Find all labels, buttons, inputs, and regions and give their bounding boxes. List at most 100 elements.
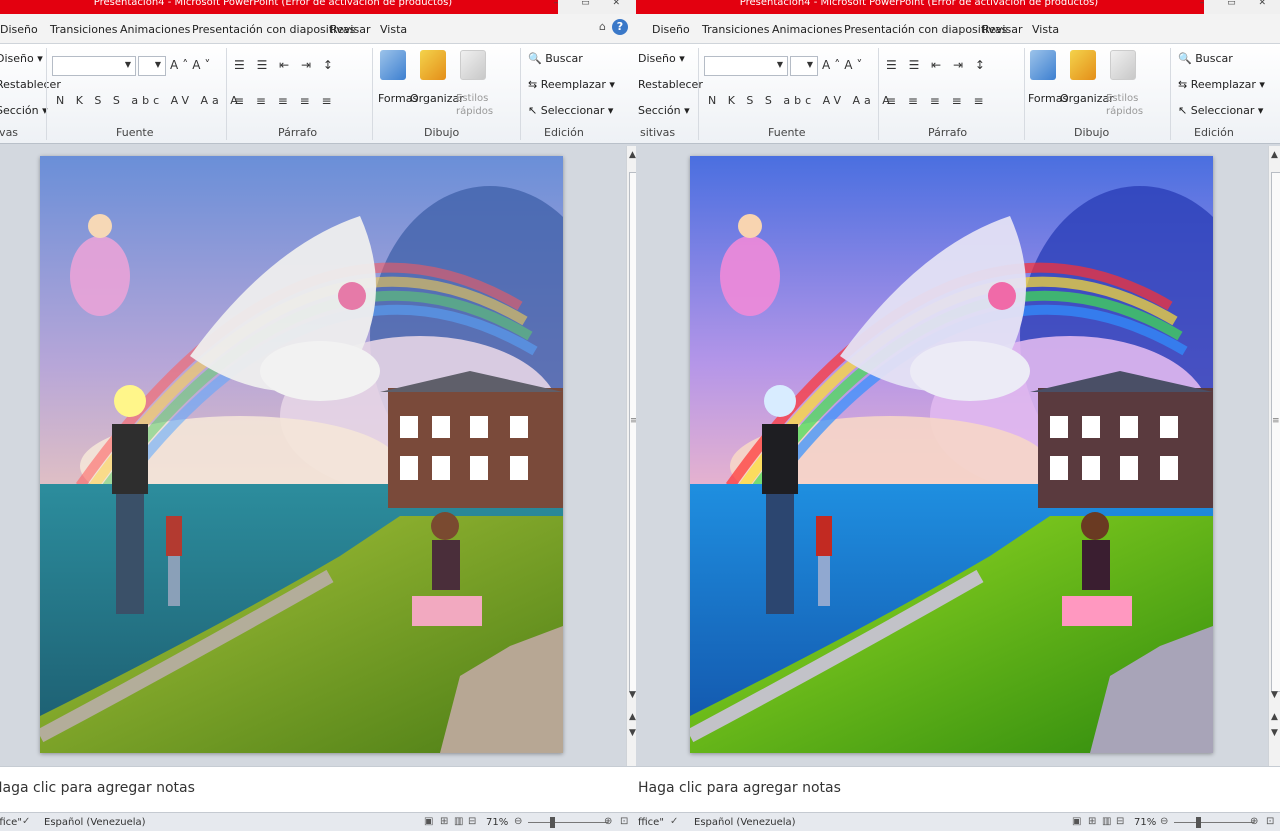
tab-transitions[interactable]: Transiciones	[702, 23, 769, 36]
select-button[interactable]: ↖ Seleccionar ▾	[528, 104, 613, 117]
zoom-in-icon[interactable]: ⊕	[1250, 816, 1258, 827]
reset-button[interactable]: Restablecer	[0, 78, 61, 91]
zoom-level[interactable]: 71%	[1134, 817, 1156, 828]
editing-group-label: Edición	[1194, 126, 1234, 139]
window-controls-icon[interactable]: – ▭ ✕	[1200, 0, 1276, 8]
tab-design[interactable]: Diseño	[652, 23, 690, 36]
help-icon[interactable]: ?	[612, 19, 628, 35]
tab-animations[interactable]: Animaciones	[120, 23, 190, 36]
list-icons[interactable]: ☰ ☰ ⇤ ⇥ ↕	[886, 58, 989, 72]
language-status[interactable]: Español (Venezuela)	[44, 817, 146, 828]
arrange-icon[interactable]	[420, 50, 446, 80]
paragraph-align-icons[interactable]: ≡ ≡ ≡ ≡ ≡	[886, 94, 988, 108]
slide-artwork	[40, 156, 563, 753]
scroll-up-icon[interactable]: ▲	[629, 150, 636, 160]
find-button[interactable]: 🔍 Buscar	[1178, 52, 1233, 65]
zoom-out-icon[interactable]: ⊖	[1160, 816, 1168, 827]
vertical-scrollbar[interactable]: ▲ ≡ ▼ ▲ ▼	[626, 146, 636, 766]
layout-button[interactable]: Diseño ▾	[638, 52, 685, 65]
font-size-combo[interactable]: ▼	[138, 56, 166, 76]
notes-placeholder[interactable]: Haga clic para agregar notas	[638, 780, 841, 796]
zoom-slider[interactable]	[528, 822, 608, 823]
font-size-combo[interactable]: ▼	[790, 56, 818, 76]
font-group-label: Fuente	[116, 126, 154, 139]
paragraph-align-icons[interactable]: ≡ ≡ ≡ ≡ ≡	[234, 94, 336, 108]
language-status[interactable]: Español (Venezuela)	[694, 817, 796, 828]
tab-animations[interactable]: Animaciones	[772, 23, 842, 36]
quick-styles-icon[interactable]	[460, 50, 486, 80]
view-slideshow-icon[interactable]: ⊟	[468, 816, 476, 827]
slide-canvas[interactable]	[690, 156, 1213, 753]
notes-placeholder[interactable]: Haga clic para agregar notas	[0, 780, 195, 796]
zoom-in-icon[interactable]: ⊕	[604, 816, 612, 827]
shapes-icon[interactable]	[1030, 50, 1056, 80]
prev-slide-icon[interactable]: ▲	[629, 712, 636, 722]
spell-check-icon[interactable]: ✓	[670, 816, 678, 827]
tab-design[interactable]: Diseño	[0, 23, 38, 36]
section-button[interactable]: Sección ▾	[638, 104, 690, 117]
find-label: Buscar	[1195, 52, 1233, 65]
theme-name: ffice"	[638, 817, 664, 828]
notes-pane[interactable]: Haga clic para agregar notas	[0, 766, 636, 812]
tab-review[interactable]: Revisar	[982, 23, 1022, 36]
quick-styles-button[interactable]: Estilos rápidos	[456, 92, 500, 118]
section-button[interactable]: Sección ▾	[0, 104, 48, 117]
zoom-slider-thumb[interactable]	[550, 817, 555, 828]
layout-button[interactable]: Diseño ▾	[0, 52, 43, 65]
slide-canvas[interactable]	[40, 156, 563, 753]
zoom-out-icon[interactable]: ⊖	[514, 816, 522, 827]
status-bar: ffice" ✓ Español (Venezuela) ▣ ⊞ ▥ ⊟ 71%…	[0, 812, 636, 831]
view-normal-icon[interactable]: ▣	[424, 816, 433, 827]
grow-shrink-font-icon[interactable]: A˄A˅	[822, 58, 866, 72]
scroll-down-icon[interactable]: ▼	[1271, 690, 1278, 700]
list-icons[interactable]: ☰ ☰ ⇤ ⇥ ↕	[234, 58, 337, 72]
font-format-icons[interactable]: N K S S abc AV Aa A	[56, 94, 242, 107]
tab-view[interactable]: Vista	[1032, 23, 1059, 36]
divider	[520, 48, 521, 140]
divider	[1024, 48, 1025, 140]
next-slide-icon[interactable]: ▼	[1271, 728, 1278, 738]
tab-view[interactable]: Vista	[380, 23, 407, 36]
fit-slide-icon[interactable]: ⊡	[620, 816, 628, 827]
scroll-thumb[interactable]	[629, 172, 636, 692]
find-button[interactable]: 🔍 Buscar	[528, 52, 583, 65]
view-reading-icon[interactable]: ▥	[1102, 816, 1111, 827]
view-slideshow-icon[interactable]: ⊟	[1116, 816, 1124, 827]
next-slide-icon[interactable]: ▼	[629, 728, 636, 738]
vertical-scrollbar[interactable]: ▲ ≡ ▼ ▲ ▼	[1268, 146, 1280, 766]
fit-slide-icon[interactable]: ⊡	[1266, 816, 1274, 827]
divider	[372, 48, 373, 140]
reset-button[interactable]: Restablecer	[638, 78, 703, 91]
view-sorter-icon[interactable]: ⊞	[1088, 816, 1096, 827]
prev-slide-icon[interactable]: ▲	[1271, 712, 1278, 722]
select-button[interactable]: ↖ Seleccionar ▾	[1178, 104, 1263, 117]
notes-pane[interactable]: Haga clic para agregar notas	[636, 766, 1280, 812]
quick-styles-icon[interactable]	[1110, 50, 1136, 80]
scroll-thumb[interactable]	[1271, 172, 1280, 692]
quick-styles-button[interactable]: Estilos rápidos	[1106, 92, 1150, 118]
font-format-icons[interactable]: N K S S abc AV Aa A	[708, 94, 894, 107]
view-normal-icon[interactable]: ▣	[1072, 816, 1081, 827]
drawing-group-label: Dibujo	[1074, 126, 1110, 139]
tab-transitions[interactable]: Transiciones	[50, 23, 117, 36]
font-name-combo[interactable]: ▼	[704, 56, 788, 76]
window-controls-icon[interactable]: – ▭ ✕	[554, 0, 630, 8]
grow-shrink-font-icon[interactable]: A˄A˅	[170, 58, 214, 72]
view-sorter-icon[interactable]: ⊞	[440, 816, 448, 827]
replace-button[interactable]: ⇆ Reemplazar ▾	[1178, 78, 1265, 91]
scroll-down-icon[interactable]: ▼	[629, 690, 636, 700]
spell-check-icon[interactable]: ✓	[22, 816, 30, 827]
scroll-up-icon[interactable]: ▲	[1271, 150, 1278, 160]
cursor-icon: ↖	[1178, 104, 1188, 117]
tab-review[interactable]: Revisar	[330, 23, 370, 36]
view-reading-icon[interactable]: ▥	[454, 816, 463, 827]
arrange-icon[interactable]	[1070, 50, 1096, 80]
replace-button[interactable]: ⇆ Reemplazar ▾	[528, 78, 615, 91]
shapes-icon[interactable]	[380, 50, 406, 80]
ribbon-minimize-icon[interactable]: ⌂	[599, 20, 606, 33]
zoom-slider-thumb[interactable]	[1196, 817, 1201, 828]
zoom-level[interactable]: 71%	[486, 817, 508, 828]
zoom-slider[interactable]	[1174, 822, 1254, 823]
replace-label: Reemplazar ▾	[1190, 78, 1265, 91]
font-name-combo[interactable]: ▼	[52, 56, 136, 76]
